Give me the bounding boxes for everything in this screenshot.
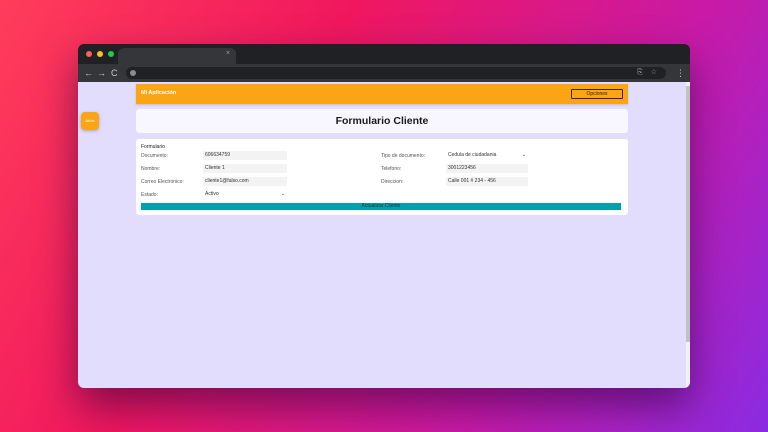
browser-menu-icon[interactable]: ⋮ <box>676 67 685 79</box>
back-arrow-icon[interactable]: ← <box>84 67 93 79</box>
page-viewport: Mi Aplicación Opciones Atrás Formulario … <box>78 82 690 388</box>
site-info-icon[interactable] <box>130 70 136 76</box>
nombre-input[interactable]: Cliente 1 <box>203 164 287 173</box>
correo-input[interactable]: cliente1@falso.com <box>203 177 287 186</box>
app-navbar: Mi Aplicación Opciones <box>136 84 628 104</box>
browser-tab[interactable]: × <box>118 48 236 64</box>
direccion-label: Direccion: <box>381 179 404 185</box>
scrollbar-thumb[interactable] <box>686 86 690 342</box>
minimize-window-button[interactable] <box>97 51 103 57</box>
browser-titlebar: × <box>78 44 690 64</box>
title-card: Formulario Cliente <box>136 109 628 133</box>
estado-value: Activo <box>205 191 219 197</box>
side-back-button[interactable]: Atrás <box>81 112 99 130</box>
client-form: Formulario Documento: 606634759 Tipo de … <box>136 139 628 215</box>
update-client-button[interactable]: Actualizar Cliente <box>141 203 621 210</box>
address-bar[interactable]: ⎘ ☆ <box>126 67 666 79</box>
page-scrollbar[interactable] <box>686 82 690 388</box>
page-title: Formulario Cliente <box>335 115 429 127</box>
form-heading: Formulario <box>141 144 165 150</box>
browser-toolbar: ← → C ⎘ ☆ ⋮ <box>78 64 690 82</box>
chevron-down-icon: ⌄ <box>521 152 526 158</box>
tab-close-icon[interactable]: × <box>226 50 230 57</box>
estado-select[interactable]: Activo ⌄ <box>203 190 287 199</box>
chevron-down-icon: ⌄ <box>280 191 285 197</box>
forward-arrow-icon[interactable]: → <box>97 67 106 79</box>
window-controls <box>86 51 114 57</box>
close-window-button[interactable] <box>86 51 92 57</box>
nombre-label: Nombre: <box>141 166 161 172</box>
tipo-documento-value: Cedula de ciudadania <box>448 152 497 158</box>
correo-label: Correo Electronico: <box>141 179 184 185</box>
documento-input[interactable]: 606634759 <box>203 151 287 160</box>
app-brand[interactable]: Mi Aplicación <box>141 90 176 96</box>
tipo-documento-label: Tipo de documento: <box>381 153 426 159</box>
estado-label: Estado: <box>141 192 158 198</box>
reload-icon[interactable]: C <box>111 67 118 79</box>
bookmark-share-icons[interactable]: ⎘ ☆ <box>637 67 660 79</box>
telefono-label: Telefono: <box>381 166 402 172</box>
direccion-input[interactable]: Calle 001 # 234 - 456 <box>446 177 528 186</box>
browser-window: × ← → C ⎘ ☆ ⋮ Mi Aplicación Opciones Atr… <box>78 44 690 388</box>
documento-label: Documento: <box>141 153 168 159</box>
telefono-input[interactable]: 3001223456 <box>446 164 528 173</box>
options-button[interactable]: Opciones <box>571 89 623 99</box>
tipo-documento-select[interactable]: Cedula de ciudadania ⌄ <box>446 151 528 160</box>
maximize-window-button[interactable] <box>108 51 114 57</box>
